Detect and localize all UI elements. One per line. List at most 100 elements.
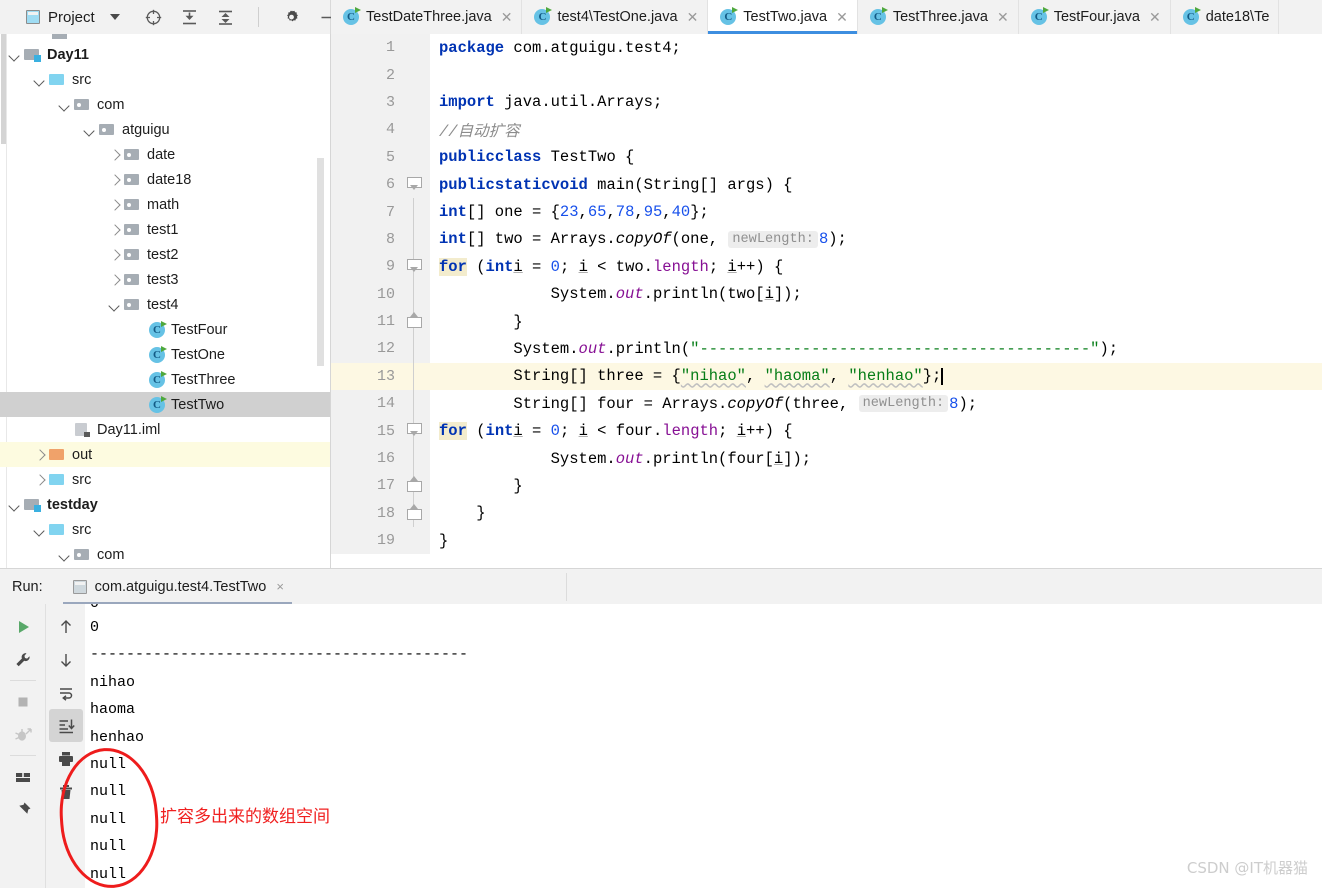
tree-item-day11-iml[interactable]: Day11.iml (0, 417, 330, 442)
chevron-down-icon[interactable] (33, 523, 47, 537)
scroll-to-end-icon[interactable] (48, 709, 83, 742)
scroll-down-icon[interactable] (49, 643, 83, 676)
chevron-down-icon[interactable] (58, 548, 72, 562)
editor-tab[interactable]: Ctest4\TestOne.java ✕ (522, 0, 709, 34)
editor-line[interactable]: 13 String[] three = {"nihao", "haoma", "… (331, 362, 1322, 391)
tree-item-test1[interactable]: test1 (0, 217, 330, 242)
chevron-right-icon[interactable] (33, 448, 47, 462)
chevron-down-icon[interactable] (108, 298, 122, 312)
tree-item-com[interactable]: com (0, 92, 330, 117)
editor-line[interactable]: 8 int[] two = Arrays. copyOf (one, newLeng… (331, 225, 1322, 254)
close-icon[interactable]: ✕ (997, 10, 1009, 24)
pin-tab-icon[interactable] (6, 793, 40, 826)
chevron-down-icon[interactable] (58, 98, 72, 112)
tree-item-testtwo[interactable]: C TestTwo (0, 392, 330, 417)
editor-line[interactable]: 15 for (int i = 0; i < four. length; i ++)… (331, 417, 1322, 445)
editor-line[interactable]: 1 package com.atguigu.test4; (331, 34, 1322, 62)
scroll-up-icon[interactable] (49, 610, 83, 643)
locate-target-icon[interactable] (144, 8, 163, 27)
project-tree-scrollbar[interactable] (316, 157, 325, 367)
chevron-right-icon[interactable] (108, 148, 122, 162)
editor-tab[interactable]: C TestThree.java ✕ (857, 0, 1019, 34)
expand-all-icon[interactable] (180, 8, 199, 27)
close-icon[interactable]: ✕ (501, 10, 513, 24)
editor-line[interactable]: 19} (331, 527, 1322, 555)
editor-line[interactable]: 4 //自动扩容 (331, 116, 1322, 144)
tree-item-out[interactable]: out (0, 442, 330, 467)
fold-end-icon[interactable] (407, 476, 422, 493)
chevron-right-icon[interactable] (108, 273, 122, 287)
tree-item-com[interactable]: com (0, 542, 330, 567)
clear-all-trash-icon[interactable] (49, 775, 83, 808)
editor-line[interactable]: 5 public class TestTwo { (331, 143, 1322, 171)
tree-item-src[interactable]: src (0, 67, 330, 92)
editor-tab-label: test4\TestOne.java (557, 9, 678, 25)
tree-item-testone[interactable]: C TestOne (0, 342, 330, 367)
debug-reattach-icon[interactable] (6, 718, 40, 751)
chevron-right-icon[interactable] (108, 248, 122, 262)
chevron-down-icon[interactable] (83, 123, 97, 137)
soft-wrap-icon[interactable] (49, 676, 83, 709)
editor-tab[interactable]: C TestFour.java ✕ (1018, 0, 1171, 34)
editor-line[interactable]: 14 String[] four = Arrays. copyOf (three, … (331, 390, 1322, 418)
tree-item-day11[interactable]: Day11 (0, 42, 330, 67)
tree-item-date[interactable]: date (0, 142, 330, 167)
editor-line[interactable]: 3 import java.util.Arrays; (331, 88, 1322, 117)
tree-item-math[interactable]: math (0, 192, 330, 217)
tree-item-test3[interactable]: test3 (0, 267, 330, 292)
editor-line[interactable]: 16 System. out .println(four[i]); (331, 444, 1322, 473)
console-output[interactable]: 0 0 --------------------------------------… (85, 604, 1322, 888)
tree-item-test2[interactable]: test2 (0, 242, 330, 267)
fold-gutter (400, 198, 430, 226)
fold-collapse-icon[interactable] (407, 423, 422, 437)
code-editor[interactable]: 1 package com.atguigu.test4; 2 3 import java… (331, 34, 1322, 568)
editor-tab[interactable]: Cdate18\Te (1170, 0, 1280, 34)
fold-end-icon[interactable] (407, 311, 422, 328)
editor-line[interactable]: 10 System. out .println(two[i]); (331, 280, 1322, 308)
chevron-down-icon[interactable] (8, 48, 22, 62)
tree-item-src[interactable]: src (0, 467, 330, 492)
chevron-right-icon[interactable] (108, 223, 122, 237)
fold-collapse-icon[interactable] (407, 176, 422, 191)
code-line-text: System. out .println("--------------------… (439, 339, 1119, 358)
collapse-all-icon[interactable] (216, 8, 235, 27)
java-class-icon: C (149, 345, 167, 363)
chevron-down-icon[interactable] (109, 14, 120, 20)
editor-line[interactable]: 7 int[] one = {23, 65, 78, 95, 40}; (331, 198, 1322, 226)
tree-item-date18[interactable]: date18 (0, 167, 330, 192)
layout-icon[interactable] (6, 760, 40, 793)
close-icon[interactable]: ✕ (687, 10, 699, 24)
print-icon[interactable] (49, 742, 83, 775)
editor-line[interactable]: 9 for (int i = 0; i < two. length; i ++) { (331, 253, 1322, 281)
rerun-play-icon[interactable] (6, 610, 40, 643)
tree-item-testfour[interactable]: C TestFour (0, 317, 330, 342)
close-icon[interactable]: ✕ (1149, 10, 1161, 24)
tree-item-atguigu[interactable]: atguigu (0, 117, 330, 142)
tree-item-testday[interactable]: testday (0, 492, 330, 517)
editor-tab[interactable]: C TestTwo.java ✕ (708, 0, 858, 34)
close-icon[interactable]: ✕ (836, 10, 848, 24)
fold-collapse-icon[interactable] (407, 259, 422, 273)
editor-line[interactable]: 17 } (331, 472, 1322, 500)
stop-icon[interactable] (6, 685, 40, 718)
chevron-down-icon[interactable] (8, 498, 22, 512)
close-icon[interactable]: × (276, 579, 284, 594)
chevron-right-icon[interactable] (108, 173, 122, 187)
run-configuration-tab[interactable]: com.atguigu.test4.TestTwo × (62, 569, 293, 604)
editor-tab[interactable]: C TestDateThree.java ✕ (331, 0, 523, 34)
editor-line[interactable]: 6 public static void main(String[] args)… (331, 170, 1322, 199)
tree-item-testthree[interactable]: C TestThree (0, 367, 330, 392)
editor-line[interactable]: 18 } (331, 499, 1322, 528)
editor-line[interactable]: 11 } (331, 307, 1322, 336)
tree-item-test4[interactable]: test4 (0, 292, 330, 317)
settings-gear-icon[interactable] (282, 8, 301, 27)
chevron-right-icon[interactable] (33, 473, 47, 487)
chevron-down-icon[interactable] (33, 73, 47, 87)
project-view-selector[interactable]: Project (0, 9, 120, 26)
editor-line[interactable]: 2 (331, 61, 1322, 89)
rerun-settings-wrench-icon[interactable] (6, 643, 40, 676)
tree-item-src[interactable]: src (0, 517, 330, 542)
editor-line[interactable]: 12 System. out .println("-----------------… (331, 335, 1322, 363)
fold-end-icon[interactable] (407, 503, 422, 520)
chevron-right-icon[interactable] (108, 198, 122, 212)
